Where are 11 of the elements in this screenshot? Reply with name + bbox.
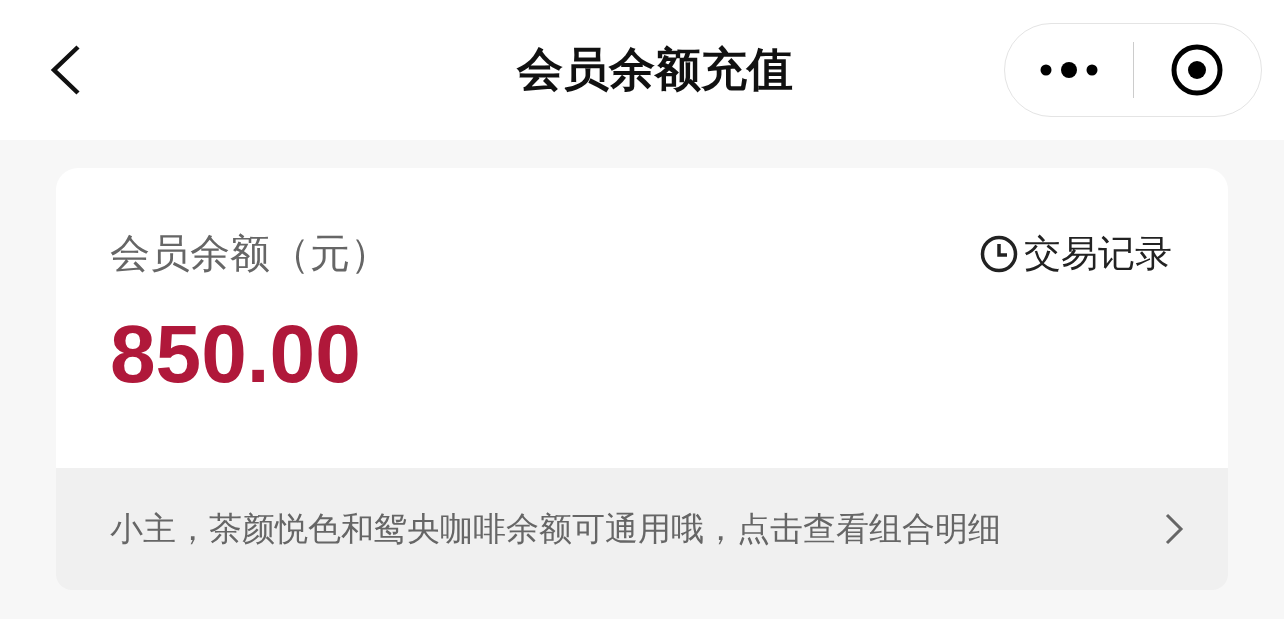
history-link[interactable]: 交易记录 [980,228,1172,279]
balance-amount: 850.00 [110,307,362,401]
target-icon [1170,43,1225,97]
page-title: 会员余额充值 [517,41,793,98]
clock-icon [980,234,1018,273]
chevron-right-icon [1164,512,1184,546]
chevron-left-icon [48,44,82,96]
more-icon [1039,62,1098,78]
back-button[interactable] [48,44,82,96]
notice-banner[interactable]: 小主，茶颜悦色和鸳央咖啡余额可通用哦，点击查看组合明细 [56,468,1228,590]
balance-label: 会员余额（元） [110,229,390,278]
